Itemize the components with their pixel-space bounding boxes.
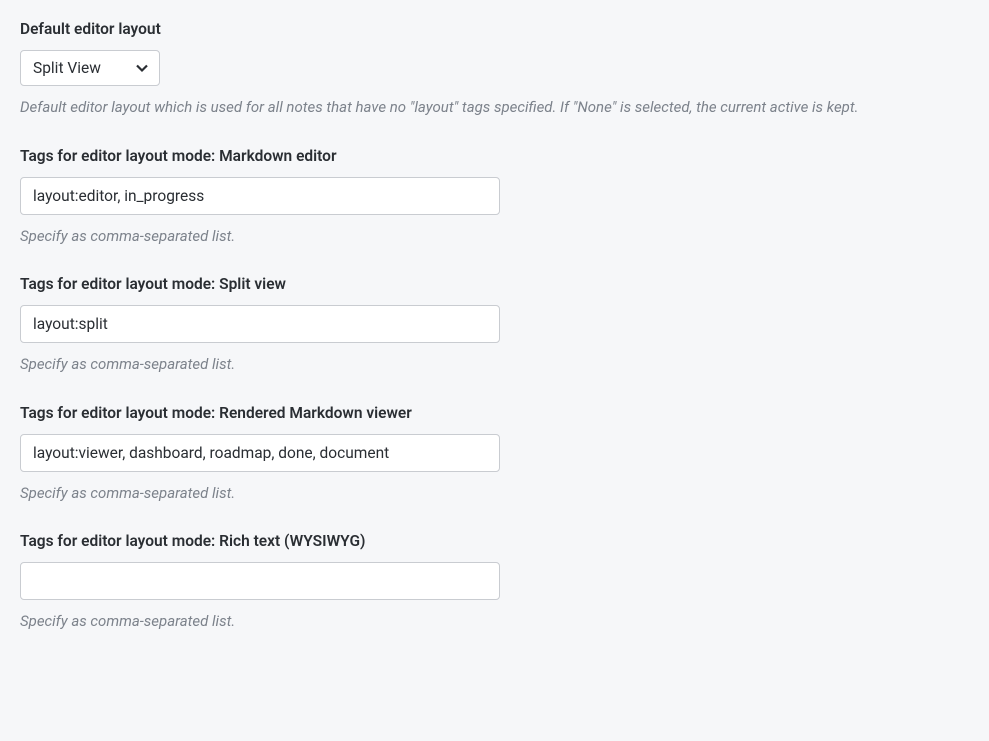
tags-rich-text-label: Tags for editor layout mode: Rich text (… xyxy=(20,532,969,550)
tags-rich-text-help: Specify as comma-separated list. xyxy=(20,610,969,633)
tags-rich-text-input[interactable] xyxy=(20,562,500,600)
tags-rendered-viewer-help: Specify as comma-separated list. xyxy=(20,482,969,505)
tags-markdown-editor-input[interactable] xyxy=(20,177,500,215)
default-layout-select-wrapper: Split View xyxy=(20,50,160,86)
tags-split-view-input[interactable] xyxy=(20,305,500,343)
tags-markdown-editor-help: Specify as comma-separated list. xyxy=(20,225,969,248)
tags-rendered-viewer-input[interactable] xyxy=(20,434,500,472)
default-layout-group: Default editor layout Split View Default… xyxy=(20,20,969,119)
tags-split-view-help: Specify as comma-separated list. xyxy=(20,353,969,376)
tags-rendered-viewer-label: Tags for editor layout mode: Rendered Ma… xyxy=(20,404,969,422)
tags-rich-text-group: Tags for editor layout mode: Rich text (… xyxy=(20,532,969,633)
settings-form: Default editor layout Split View Default… xyxy=(20,20,969,633)
default-layout-select[interactable]: Split View xyxy=(20,50,160,86)
default-layout-label: Default editor layout xyxy=(20,20,969,38)
tags-split-view-label: Tags for editor layout mode: Split view xyxy=(20,275,969,293)
default-layout-help: Default editor layout which is used for … xyxy=(20,96,969,119)
tags-markdown-editor-label: Tags for editor layout mode: Markdown ed… xyxy=(20,147,969,165)
tags-split-view-group: Tags for editor layout mode: Split view … xyxy=(20,275,969,376)
tags-rendered-viewer-group: Tags for editor layout mode: Rendered Ma… xyxy=(20,404,969,505)
tags-markdown-editor-group: Tags for editor layout mode: Markdown ed… xyxy=(20,147,969,248)
